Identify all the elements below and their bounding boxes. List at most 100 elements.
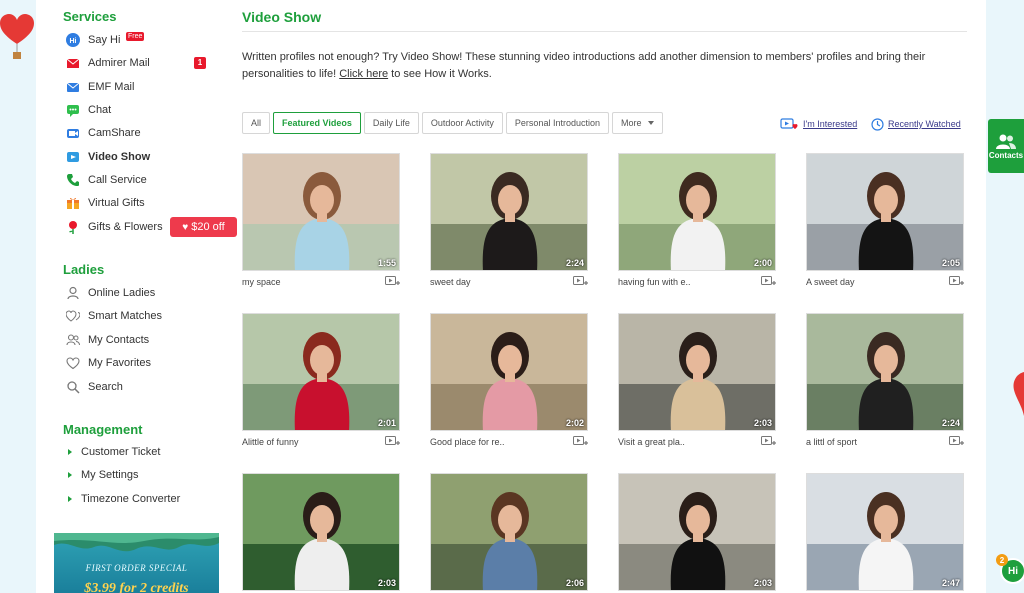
video-card[interactable]: 2:03 Visit a great pla.. <box>618 313 776 453</box>
sidebar-item-label: Video Show <box>88 151 151 163</box>
tab-more-dropdown[interactable]: More <box>611 112 663 134</box>
video-thumbnail[interactable]: 2:47 <box>806 473 964 591</box>
page-container: Services Hi Say Hi Free Admirer Mail 1 E… <box>36 0 986 593</box>
sidebar-item-smart-matches[interactable]: Smart Matches <box>66 307 162 325</box>
video-card[interactable]: 2:01 Alittle of funny <box>242 313 400 453</box>
sidebar-item-admirer-mail[interactable]: Admirer Mail <box>66 54 150 72</box>
video-caption: Good place for re.. <box>430 437 505 447</box>
sidebar-item-timezone-converter[interactable]: Timezone Converter <box>68 491 180 507</box>
first-order-promo-banner[interactable]: FIRST ORDER SPECIAL $3.99 for 2 credits <box>54 533 219 593</box>
tab-outdoor-activity[interactable]: Outdoor Activity <box>421 112 503 134</box>
sidebar-item-label: Search <box>88 381 123 393</box>
free-badge: Free <box>126 32 145 41</box>
video-duration: 2:47 <box>941 578 960 588</box>
video-card[interactable]: 2:06 <box>430 473 588 593</box>
video-duration: 2:03 <box>753 418 772 428</box>
add-to-interested-icon[interactable] <box>949 276 964 287</box>
add-to-interested-icon[interactable] <box>761 276 776 287</box>
heart-balloon-icon <box>0 14 34 59</box>
main-content: Video Show Written profiles not enough? … <box>242 0 967 593</box>
sidebar: Services Hi Say Hi Free Admirer Mail 1 E… <box>36 0 237 593</box>
video-caption: A sweet day <box>806 277 855 287</box>
triangle-right-icon <box>68 472 72 478</box>
say-hi-count-badge: 2 <box>996 554 1008 566</box>
video-thumbnail[interactable]: 2:01 <box>242 313 400 431</box>
sidebar-item-gifts-flowers[interactable]: Gifts & Flowers <box>66 218 163 236</box>
video-card[interactable]: 2:05 A sweet day <box>806 153 964 293</box>
video-thumbnail[interactable]: 2:00 <box>618 153 776 271</box>
recently-watched-link[interactable]: Recently Watched <box>871 117 961 131</box>
video-thumbnail-image <box>431 154 587 270</box>
sidebar-item-call-service[interactable]: Call Service <box>66 171 147 189</box>
video-caption: a littl of sport <box>806 437 858 447</box>
add-to-interested-icon[interactable] <box>573 436 588 447</box>
hearts-icon <box>66 309 80 323</box>
tab-featured-videos[interactable]: Featured Videos <box>273 112 361 134</box>
sidebar-item-my-contacts[interactable]: My Contacts <box>66 331 149 349</box>
sidebar-item-virtual-gifts[interactable]: Virtual Gifts <box>66 194 145 212</box>
video-thumbnail[interactable]: 1:55 <box>242 153 400 271</box>
video-thumbnail[interactable]: 2:06 <box>430 473 588 591</box>
video-thumbnail[interactable]: 2:24 <box>806 313 964 431</box>
add-to-interested-icon[interactable] <box>761 436 776 447</box>
video-card[interactable]: 2:03 <box>618 473 776 593</box>
sidebar-item-emf-mail[interactable]: EMF Mail <box>66 78 134 96</box>
discount-badge: ♥ $20 off <box>170 217 237 237</box>
im-interested-link[interactable]: I'm Interested <box>780 117 857 131</box>
sidebar-item-label: My Contacts <box>88 334 150 346</box>
sidebar-item-label: Virtual Gifts <box>88 197 145 209</box>
video-card[interactable]: 2:00 having fun with e.. <box>618 153 776 293</box>
video-thumbnail-image <box>807 314 963 430</box>
video-thumbnail-image <box>619 154 775 270</box>
add-to-interested-icon[interactable] <box>385 276 400 287</box>
sidebar-item-say-hi[interactable]: Hi Say Hi <box>66 31 120 49</box>
video-duration: 2:03 <box>753 578 772 588</box>
video-caption: Alittle of funny <box>242 437 299 447</box>
video-thumbnail[interactable]: 2:24 <box>430 153 588 271</box>
video-duration: 2:00 <box>753 258 772 268</box>
sidebar-item-camshare[interactable]: CamShare <box>66 124 141 142</box>
add-to-interested-icon[interactable] <box>385 436 400 447</box>
how-it-works-link[interactable]: Click here <box>339 68 388 80</box>
sidebar-item-label: Gifts & Flowers <box>88 221 163 233</box>
video-duration: 2:05 <box>941 258 960 268</box>
sidebar-item-my-settings[interactable]: My Settings <box>68 467 138 483</box>
sidebar-item-my-favorites[interactable]: My Favorites <box>66 354 151 372</box>
admirer-mail-count-badge: 1 <box>194 57 206 69</box>
video-card[interactable]: 2:24 a littl of sport <box>806 313 964 453</box>
tab-all[interactable]: All <box>242 112 271 134</box>
gift-icon <box>66 196 80 210</box>
sidebar-item-video-show[interactable]: Video Show <box>66 148 150 166</box>
video-thumbnail[interactable]: 2:03 <box>618 313 776 431</box>
video-duration: 2:24 <box>941 418 960 428</box>
sidebar-item-chat[interactable]: Chat <box>66 101 111 119</box>
video-thumbnail[interactable]: 2:05 <box>806 153 964 271</box>
video-card[interactable]: 2:24 sweet day <box>430 153 588 293</box>
video-card[interactable]: 2:47 <box>806 473 964 593</box>
heart-decoration-icon <box>1013 372 1024 416</box>
video-thumbnail-image <box>619 474 775 590</box>
sidebar-item-online-ladies[interactable]: Online Ladies <box>66 284 155 302</box>
add-to-interested-icon[interactable] <box>949 436 964 447</box>
video-card[interactable]: 2:03 <box>242 473 400 593</box>
sidebar-item-label: Chat <box>88 104 112 116</box>
intro-paragraph: Written profiles not enough? Try Video S… <box>242 51 926 80</box>
video-thumbnail[interactable]: 2:02 <box>430 313 588 431</box>
clock-icon <box>871 117 884 131</box>
triangle-right-icon <box>68 449 72 455</box>
video-thumbnail[interactable]: 2:03 <box>618 473 776 591</box>
sidebar-item-customer-ticket[interactable]: Customer Ticket <box>68 444 160 460</box>
contacts-panel-button[interactable]: Contacts <box>988 119 1024 173</box>
video-card[interactable]: 2:02 Good place for re.. <box>430 313 588 453</box>
sidebar-item-search[interactable]: Search <box>66 378 123 396</box>
sidebar-item-label: My Favorites <box>88 357 151 369</box>
rose-icon <box>66 220 80 234</box>
video-caption: having fun with e.. <box>618 277 691 287</box>
tab-daily-life[interactable]: Daily Life <box>363 112 419 134</box>
video-card[interactable]: 1:55 my space <box>242 153 400 293</box>
video-caption: sweet day <box>430 277 471 287</box>
mail-icon <box>66 80 80 94</box>
tab-personal-introduction[interactable]: Personal Introduction <box>505 112 609 134</box>
video-thumbnail[interactable]: 2:03 <box>242 473 400 591</box>
add-to-interested-icon[interactable] <box>573 276 588 287</box>
